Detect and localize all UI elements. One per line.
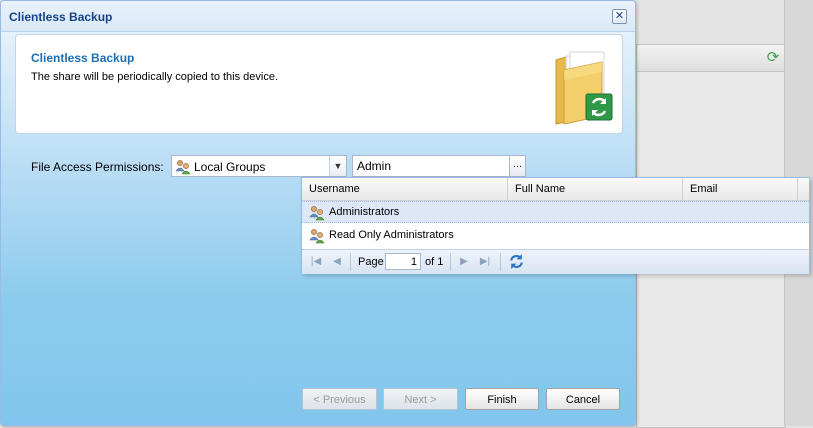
header-title: Clientless Backup: [31, 51, 135, 65]
wizard-header: Clientless Backup The share will be peri…: [15, 34, 623, 134]
header-description: The share will be periodically copied to…: [31, 71, 279, 83]
grid-pager: |◀ ◀ Page of 1 ▶ ▶|: [302, 249, 809, 274]
next-page-icon[interactable]: ▶: [456, 254, 472, 270]
background-panel-header: ⟳: [637, 45, 785, 72]
user-search-input[interactable]: [352, 155, 510, 177]
pager-separator: [350, 253, 351, 271]
last-page-icon[interactable]: ▶|: [477, 254, 493, 270]
table-row[interactable]: Read Only Administrators: [302, 225, 809, 247]
finish-button[interactable]: Finish: [465, 388, 539, 410]
column-full-name[interactable]: Full Name: [508, 178, 683, 200]
table-row[interactable]: Administrators: [302, 201, 809, 223]
grid-header: Username Full Name Email: [302, 178, 809, 201]
next-button[interactable]: Next >: [383, 388, 458, 410]
pager-separator: [450, 253, 451, 271]
user-group-icon: [309, 206, 325, 221]
browse-button[interactable]: ...: [509, 155, 526, 177]
dialog-titlebar: Clientless Backup ✕: [1, 1, 635, 32]
previous-button[interactable]: < Previous: [302, 388, 377, 410]
page-count-label: of 1: [425, 256, 444, 268]
row-username: Administrators: [329, 206, 400, 218]
previous-page-icon[interactable]: ◀: [329, 254, 345, 270]
first-page-icon[interactable]: |◀: [308, 254, 324, 270]
user-group-icon: [309, 229, 325, 244]
group-type-value: Local Groups: [194, 160, 266, 174]
dialog-title: Clientless Backup: [9, 10, 113, 24]
cancel-button[interactable]: Cancel: [546, 388, 620, 410]
page-label: Page: [358, 256, 384, 268]
refresh-icon[interactable]: ⟳: [765, 50, 781, 66]
user-group-icon: [175, 160, 191, 175]
file-access-permissions-label: File Access Permissions:: [31, 160, 164, 174]
pager-separator: [500, 253, 501, 271]
close-icon[interactable]: ✕: [612, 9, 627, 24]
folder-sync-icon: [555, 51, 613, 125]
chevron-down-icon[interactable]: ▼: [329, 156, 346, 176]
column-username[interactable]: Username: [302, 178, 508, 200]
group-type-select[interactable]: Local Groups ▼: [171, 155, 347, 177]
column-email[interactable]: Email: [683, 178, 798, 200]
row-username: Read Only Administrators: [329, 229, 454, 241]
refresh-icon[interactable]: [508, 253, 525, 270]
user-picker-grid: Username Full Name Email Administrators …: [301, 177, 810, 274]
page-number-input[interactable]: [385, 253, 421, 270]
